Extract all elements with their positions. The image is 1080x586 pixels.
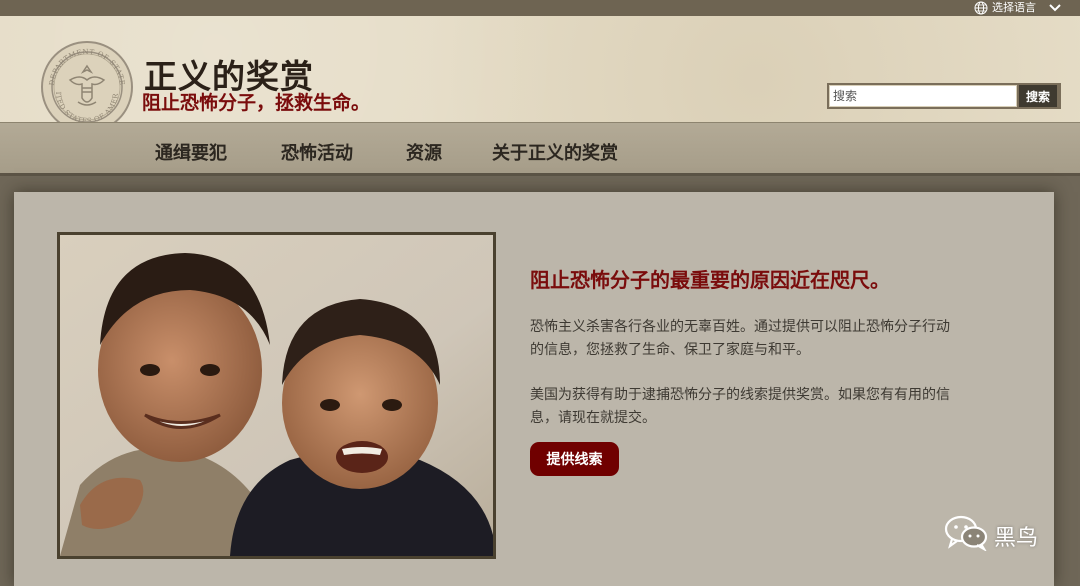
feature-photo	[57, 232, 496, 559]
chevron-down-icon[interactable]	[1048, 1, 1062, 15]
feature-paragraph-2-line-2: 息，请现在就提交。	[530, 410, 656, 426]
nav-item-terrorist-activity[interactable]: 恐怖活动	[281, 123, 353, 173]
nav-item-resources[interactable]: 资源	[406, 123, 442, 173]
nav-item-about[interactable]: 关于正义的奖赏	[492, 123, 618, 173]
nav-item-most-wanted[interactable]: 通缉要犯	[155, 123, 227, 173]
main-navigation: 通缉要犯 恐怖活动 资源 关于正义的奖赏	[0, 122, 1080, 176]
search-button[interactable]: 搜索	[1019, 85, 1057, 107]
feature-paragraph-1-line-2: 的信息，您拯救了生命、保卫了家庭与和平。	[530, 342, 810, 358]
utility-bar: 选择语言	[0, 0, 1080, 16]
search-box: 搜索	[827, 83, 1061, 109]
submit-tip-button[interactable]: 提供线索	[530, 442, 619, 476]
feature-paragraph-1: 恐怖主义杀害各行各业的无辜百姓。通过提供可以阻止恐怖分子行动 的信息，您拯救了生…	[530, 316, 990, 362]
feature-panel: 阻止恐怖分子的最重要的原因近在咫尺。 恐怖主义杀害各行各业的无辜百姓。通过提供可…	[14, 192, 1054, 586]
site-tagline: 阻止恐怖分子，拯救生命。	[142, 92, 371, 114]
language-label: 选择语言	[992, 1, 1036, 14]
language-selector[interactable]: 选择语言	[974, 0, 1062, 16]
feature-paragraph-1-line-1: 恐怖主义杀害各行各业的无辜百姓。通过提供可以阻止恐怖分子行动	[530, 319, 950, 335]
department-of-state-seal-icon[interactable]: DEPARTMENT OF STATE UNITED STATES OF AME…	[36, 34, 134, 134]
feature-paragraph-2: 美国为获得有助于逮捕恐怖分子的线索提供奖赏。如果您有有用的信 息，请现在就提交。	[530, 384, 990, 430]
watermark: 黑鸟	[944, 515, 1039, 557]
wechat-icon	[944, 515, 988, 557]
globe-icon	[974, 1, 988, 15]
feature-headline: 阻止恐怖分子的最重要的原因近在咫尺。	[530, 268, 890, 292]
feature-paragraph-2-line-1: 美国为获得有助于逮捕恐怖分子的线索提供奖赏。如果您有有用的信	[530, 387, 950, 403]
site-header: DEPARTMENT OF STATE UNITED STATES OF AME…	[0, 16, 1080, 133]
watermark-text: 黑鸟	[994, 526, 1039, 551]
search-input[interactable]	[829, 85, 1017, 107]
